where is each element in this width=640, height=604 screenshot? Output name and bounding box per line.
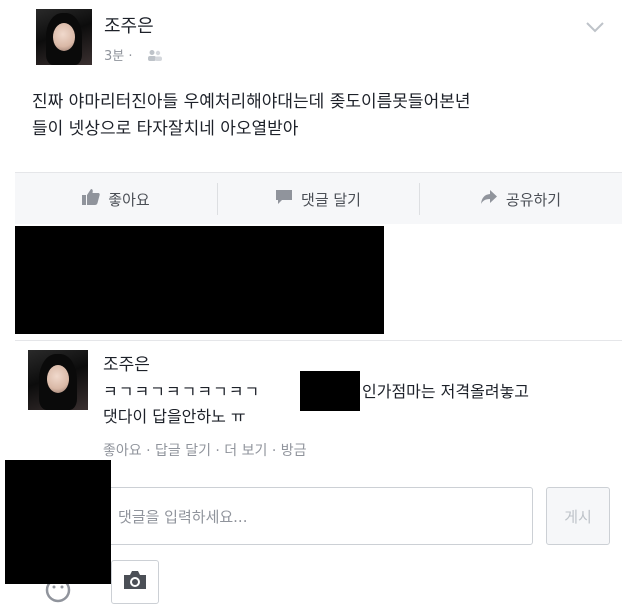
camera-button[interactable]	[111, 560, 159, 604]
sticker-button[interactable]	[38, 584, 78, 604]
post-comment-label: 게시	[564, 507, 592, 526]
share-label: 공유하기	[505, 190, 562, 209]
comment-actions[interactable]: 좋아요 · 답글 달기 · 더 보기 · 방금	[103, 440, 307, 460]
comment-input-placeholder: 댓글을 입력하세요...	[118, 507, 248, 526]
comment-text-line-2: 댓다이 답을안하노 ㅠ	[103, 407, 246, 426]
post-author-avatar[interactable]	[36, 9, 92, 65]
comment-input[interactable]: 댓글을 입력하세요...	[105, 487, 533, 545]
post-timestamp[interactable]: 3분 ·	[104, 45, 133, 64]
share-button[interactable]: 공유하기	[419, 173, 622, 225]
friends-icon	[147, 46, 163, 65]
comment-text-part-2: 인가점마는 저격올려놓고	[362, 382, 530, 401]
like-label: 좋아요	[108, 190, 150, 209]
post-author-name[interactable]: 조주은	[104, 12, 154, 38]
post-text-line-1: 진짜 야마리터진아들 우예처리해야대는데 좆도이름못들어본년	[32, 92, 471, 112]
thumbs-up-icon	[82, 189, 100, 209]
redacted-avatar	[5, 460, 111, 584]
comment-icon	[275, 189, 293, 209]
post-comment-button[interactable]: 게시	[546, 487, 610, 545]
redacted-inline	[300, 371, 360, 411]
comment-button[interactable]: 댓글 달기	[217, 173, 419, 225]
like-button[interactable]: 좋아요	[15, 173, 217, 225]
comment-label: 댓글 달기	[301, 190, 361, 209]
camera-icon	[122, 569, 148, 595]
chevron-down-icon[interactable]	[585, 18, 605, 37]
separator-line	[15, 340, 622, 341]
share-icon	[480, 189, 498, 209]
comment-text-part-1: ㅋㄱㅋㄱㅋㄱㅋㄱㅋㄱ	[103, 382, 261, 401]
redacted-block	[15, 226, 384, 334]
comment-author-avatar[interactable]	[28, 350, 88, 410]
post-action-bar: 좋아요 댓글 달기 공유하기	[15, 172, 622, 226]
sticker-icon	[38, 584, 78, 604]
comment-author-name[interactable]: 조주은	[103, 350, 150, 375]
post-text-line-2: 들이 넷상으로 타자잘치네 아오열받아	[32, 119, 299, 139]
